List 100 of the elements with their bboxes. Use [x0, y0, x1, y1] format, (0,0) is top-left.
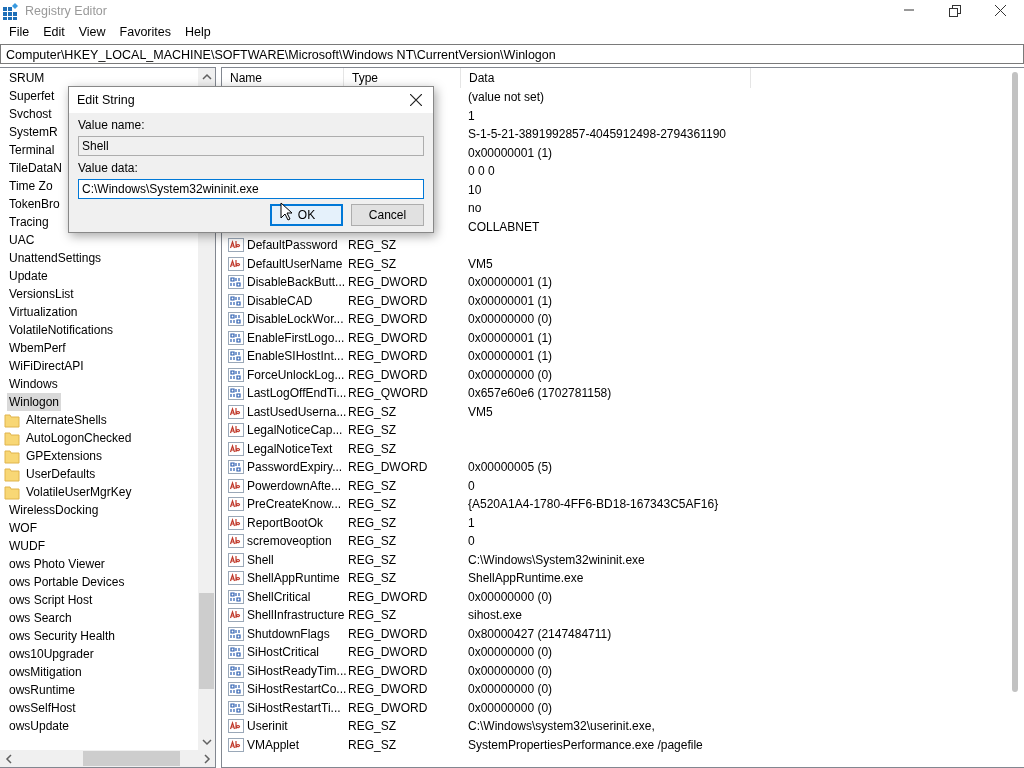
- tree-item[interactable]: AlternateShells: [24, 411, 109, 429]
- tree-item[interactable]: UserDefaults: [24, 465, 98, 483]
- menu-item[interactable]: Help: [178, 22, 218, 42]
- value-data: no: [468, 201, 482, 216]
- tree-item[interactable]: ows Portable Devices: [7, 573, 127, 591]
- tree-item[interactable]: Superfet: [7, 87, 57, 105]
- scroll-thumb[interactable]: [83, 751, 180, 766]
- value-type: REG_SZ: [348, 571, 396, 586]
- tree-item[interactable]: GPExtensions: [24, 447, 105, 465]
- value-data-field[interactable]: C:\Windows\System32wininit.exe: [78, 179, 424, 199]
- field-label: Value name:: [78, 117, 145, 134]
- value-name[interactable]: LegalNoticeText: [247, 439, 333, 458]
- scroll-thumb[interactable]: [199, 593, 214, 689]
- tree-item[interactable]: ows Photo Viewer: [7, 555, 107, 573]
- value-data: C:\Windows\System32wininit.exe: [468, 552, 645, 567]
- tree-item[interactable]: SRUM: [7, 69, 47, 87]
- binary-value-icon: [228, 459, 244, 476]
- folder-icon: [4, 466, 20, 482]
- value-data: VM5: [468, 404, 493, 419]
- dialog-button[interactable]: OK: [270, 204, 343, 226]
- tree-item[interactable]: WOF: [7, 519, 39, 537]
- value-data: 0: [468, 534, 475, 549]
- value-name[interactable]: ShellAppRuntime: [247, 569, 340, 588]
- tree-item[interactable]: TokenBro: [7, 195, 62, 213]
- value-name[interactable]: SiHostRestartCo...: [247, 680, 347, 699]
- value-name[interactable]: EnableSIHostInt...: [247, 347, 344, 366]
- value-type: REG_SZ: [348, 608, 396, 623]
- tree-item[interactable]: owsMitigation: [7, 663, 84, 681]
- tree-item[interactable]: WiFiDirectAPI: [7, 357, 86, 375]
- value-name[interactable]: DefaultUserName: [247, 254, 343, 273]
- tree-item[interactable]: Terminal: [7, 141, 57, 159]
- tree-item[interactable]: ows10Upgrader: [7, 645, 96, 663]
- binary-value-icon: [228, 385, 244, 402]
- value-name[interactable]: VMApplet: [247, 735, 300, 754]
- tree-item[interactable]: SystemR: [7, 123, 60, 141]
- value-name[interactable]: PowerdownAfte...: [247, 476, 342, 495]
- tree-item[interactable]: UAC: [7, 231, 37, 249]
- close-icon: [995, 5, 1007, 17]
- menu-item[interactable]: View: [71, 22, 113, 42]
- tree-item[interactable]: Winlogon: [7, 393, 62, 411]
- value-name[interactable]: ShellInfrastructure: [247, 606, 345, 625]
- value-name[interactable]: LastUsedUserna...: [247, 402, 347, 421]
- value-name[interactable]: ShellCritical: [247, 587, 311, 606]
- value-name[interactable]: ShutdownFlags: [247, 624, 330, 643]
- value-name[interactable]: DisableBackButt...: [247, 273, 346, 292]
- value-type: REG_DWORD: [348, 275, 428, 290]
- tree-item[interactable]: Update: [7, 267, 50, 285]
- value-name[interactable]: DisableCAD: [247, 291, 313, 310]
- value-name[interactable]: Userinit: [247, 717, 288, 736]
- tree-item[interactable]: UnattendSettings: [7, 249, 104, 267]
- value-type: REG_DWORD: [348, 589, 428, 604]
- value-name[interactable]: PasswordExpiry...: [247, 458, 343, 477]
- tree-item[interactable]: AutoLogonChecked: [24, 429, 134, 447]
- menu-item[interactable]: File: [2, 22, 37, 42]
- address-field[interactable]: Computer\HKEY_LOCAL_MACHINE\SOFTWARE\Microsoft\Windows NT\CurrentVersion\Winlogon: [0, 44, 1024, 64]
- tree-item[interactable]: Svchost: [7, 105, 54, 123]
- value-name[interactable]: SiHostRestartTi...: [247, 698, 341, 717]
- value-name[interactable]: ReportBootOk: [247, 513, 324, 532]
- scroll-thumb[interactable]: [1012, 72, 1018, 692]
- value-name[interactable]: LastLogOffEndTi...: [247, 384, 347, 403]
- value-type: REG_DWORD: [348, 312, 428, 327]
- dialog-button[interactable]: Cancel: [351, 204, 424, 226]
- tree-item[interactable]: VersionsList: [7, 285, 76, 303]
- tree-item[interactable]: VolatileUserMgrKey: [24, 483, 134, 501]
- value-name[interactable]: SiHostCritical: [247, 643, 319, 662]
- value-data: sihost.exe: [468, 608, 523, 623]
- value-name[interactable]: scremoveoption: [247, 532, 332, 551]
- value-type: REG_SZ: [348, 423, 396, 438]
- tree-item[interactable]: Windows: [7, 375, 60, 393]
- tree-item[interactable]: TileDataN: [7, 159, 64, 177]
- tree-item[interactable]: ows Script Host: [7, 591, 95, 609]
- value-name[interactable]: LegalNoticeCap...: [247, 421, 343, 440]
- tree-item[interactable]: owsUpdate: [7, 717, 72, 735]
- tree-item[interactable]: VolatileNotifications: [7, 321, 116, 339]
- tree-item[interactable]: ows Security Health: [7, 627, 118, 645]
- value-name-field[interactable]: Shell: [78, 136, 424, 156]
- value-name[interactable]: PreCreateKnow...: [247, 495, 342, 514]
- tree-item[interactable]: Time Zo: [7, 177, 55, 195]
- tree-item[interactable]: owsSelfHost: [7, 699, 78, 717]
- value-name[interactable]: EnableFirstLogo...: [247, 328, 345, 347]
- value-data: 0x00000001 (1): [468, 293, 553, 308]
- string-value-icon: [228, 607, 244, 624]
- value-name[interactable]: Shell: [247, 550, 274, 569]
- tree-item[interactable]: Tracing: [7, 213, 51, 231]
- tree-item[interactable]: WirelessDocking: [7, 501, 101, 519]
- tree-item[interactable]: ows Search: [7, 609, 74, 627]
- value-name[interactable]: DefaultPassword: [247, 236, 338, 255]
- value-name[interactable]: DisableLockWor...: [247, 310, 344, 329]
- tree-item[interactable]: Virtualization: [7, 303, 80, 321]
- tree-item[interactable]: WUDF: [7, 537, 47, 555]
- value-data: {A520A1A4-1780-4FF6-BD18-167343C5AF16}: [468, 497, 719, 512]
- horizontal-scrollbar[interactable]: [0, 750, 215, 767]
- string-value-icon: [228, 736, 244, 753]
- menu-item[interactable]: Edit: [36, 22, 72, 42]
- tree-item[interactable]: owsRuntime: [7, 681, 78, 699]
- value-name[interactable]: SiHostReadyTim...: [247, 661, 347, 680]
- menu-item[interactable]: Favorites: [112, 22, 178, 42]
- tree-item[interactable]: WbemPerf: [7, 339, 68, 357]
- value-type: REG_DWORD: [348, 460, 428, 475]
- value-name[interactable]: ForceUnlockLog...: [247, 365, 345, 384]
